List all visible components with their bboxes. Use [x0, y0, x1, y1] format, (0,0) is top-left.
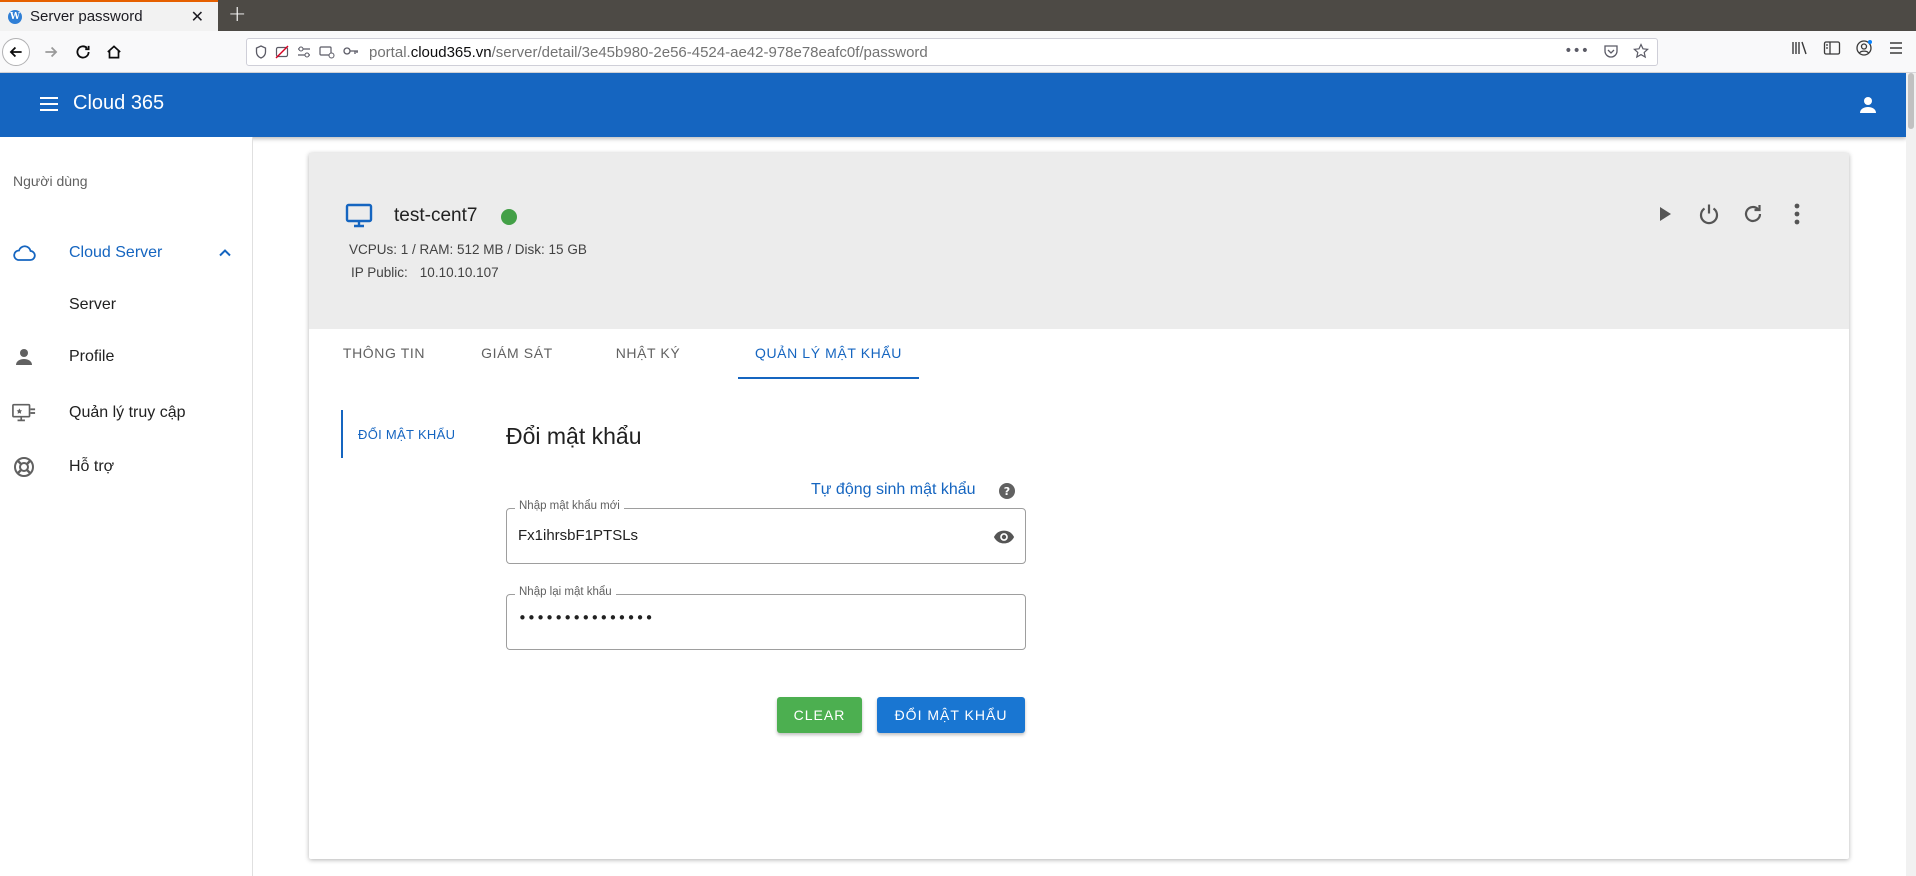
new-tab-button[interactable]: +	[228, 2, 246, 27]
subnav-change-password[interactable]: ĐỔI MẬT KHẨU	[341, 410, 471, 458]
confirm-password-label: Nhập lại mật khẩu	[515, 586, 616, 598]
browser-tab-strip: W Server password ✕ +	[0, 0, 1916, 31]
reload-icon	[76, 45, 90, 59]
bookmark-star-icon[interactable]	[1633, 43, 1649, 59]
refresh-icon	[1744, 205, 1762, 223]
server-tabs: THÔNG TIN GIÁM SÁT NHẬT KÝ QUẢN LÝ MẬT K…	[309, 329, 1849, 379]
browser-toolbar-right	[1790, 38, 1916, 58]
shield-icon[interactable]	[255, 45, 267, 59]
sidebar-item-server[interactable]: Server	[0, 285, 252, 325]
change-password-button[interactable]: ĐỔI MẬT KHẨU	[877, 697, 1025, 733]
play-icon	[1660, 207, 1671, 221]
server-header: test-cent7 VCPUs: 1 / RAM: 512 MB / Disk…	[309, 153, 1849, 329]
new-password-label: Nhập mật khẩu mới	[515, 500, 624, 512]
help-icon[interactable]: ?	[999, 483, 1015, 499]
url-text[interactable]: portal.cloud365.vn/server/detail/3e45b98…	[369, 44, 928, 61]
access-monitor-icon	[12, 401, 36, 425]
sidebar-item-label: Profile	[69, 348, 115, 365]
ip-value: 10.10.10.107	[419, 265, 499, 280]
arrow-left-icon	[9, 46, 22, 58]
home-icon	[107, 45, 121, 59]
home-button[interactable]	[99, 38, 129, 66]
site-favicon-icon: W	[8, 9, 22, 24]
browser-navbar: portal.cloud365.vn/server/detail/3e45b98…	[0, 31, 1916, 73]
app-title[interactable]: Cloud 365	[73, 92, 164, 115]
new-password-value[interactable]: Fx1ihrsbF1PTSLs	[518, 527, 638, 544]
page-scrollbar[interactable]	[1906, 73, 1916, 876]
more-vert-icon	[1794, 203, 1800, 225]
start-button[interactable]	[1651, 200, 1679, 228]
pocket-icon[interactable]	[1603, 43, 1619, 59]
key-icon[interactable]	[343, 45, 359, 57]
server-detail-card: test-cent7 VCPUs: 1 / RAM: 512 MB / Disk…	[309, 153, 1849, 859]
url-security-icons	[255, 45, 359, 59]
sidebar: Người dùng Cloud Server Server Profile Q…	[0, 137, 253, 876]
arrow-right-icon	[45, 46, 58, 58]
url-actions: •••	[1564, 43, 1649, 59]
user-account-icon[interactable]	[1858, 95, 1878, 115]
server-actions	[1651, 200, 1811, 228]
url-bar[interactable]: portal.cloud365.vn/server/detail/3e45b98…	[246, 38, 1658, 66]
close-tab-icon[interactable]: ✕	[191, 7, 204, 26]
account-icon[interactable]	[1854, 38, 1874, 58]
monitor-icon	[345, 203, 373, 228]
permissions-icon[interactable]	[297, 45, 311, 59]
sidebar-item-label: Quản lý truy cập	[69, 404, 186, 421]
tracking-blocked-icon[interactable]	[275, 45, 289, 59]
person-icon	[12, 345, 36, 369]
new-password-field[interactable]: Nhập mật khẩu mới Fx1ihrsbF1PTSLs	[506, 500, 1026, 564]
server-specs: VCPUs: 1 / RAM: 512 MB / Disk: 15 GB	[349, 242, 587, 257]
app-bar: Cloud 365	[0, 73, 1906, 137]
restart-button[interactable]	[1739, 200, 1767, 228]
sidebar-item-access-management[interactable]: Quản lý truy cập	[0, 393, 252, 433]
sidebar-section-header: Người dùng	[13, 173, 88, 189]
confirm-password-field[interactable]: Nhập lại mật khẩu •••••••••••••••	[506, 586, 1026, 650]
lifebuoy-icon	[12, 455, 36, 479]
scrollbar-thumb[interactable]	[1908, 73, 1914, 129]
tab-info[interactable]: THÔNG TIN	[319, 329, 449, 377]
tab-password-management[interactable]: QUẢN LÝ MẬT KHẨU	[738, 329, 919, 379]
server-ip: IP Public: 10.10.10.107	[351, 265, 499, 280]
cloud-icon	[12, 241, 36, 265]
server-name: test-cent7	[394, 205, 478, 226]
eye-icon[interactable]	[993, 526, 1015, 548]
sidebar-item-label: Cloud Server	[69, 244, 163, 261]
clear-button[interactable]: CLEAR	[777, 697, 862, 733]
library-icon[interactable]	[1790, 38, 1810, 58]
app-menu-icon[interactable]	[1886, 38, 1906, 58]
tab-monitoring[interactable]: GIÁM SÁT	[462, 329, 572, 377]
sidebar-toggle-icon[interactable]	[1822, 38, 1842, 58]
sidebar-item-profile[interactable]: Profile	[0, 337, 252, 377]
confirm-password-value[interactable]: •••••••••••••••	[518, 609, 654, 627]
more-options-button[interactable]	[1783, 200, 1811, 228]
reload-button[interactable]	[68, 38, 98, 66]
sidebar-item-support[interactable]: Hỗ trợ	[0, 447, 252, 487]
screen-share-icon[interactable]	[319, 45, 335, 59]
sidebar-item-label: Hỗ trợ	[69, 458, 115, 475]
hamburger-menu-icon[interactable]	[40, 97, 58, 111]
power-icon	[1699, 204, 1719, 225]
power-button[interactable]	[1695, 200, 1723, 228]
auto-generate-password-link[interactable]: Tự động sinh mật khẩu	[811, 481, 976, 499]
page-actions-icon[interactable]: •••	[1564, 43, 1589, 59]
chevron-up-icon[interactable]	[216, 244, 234, 262]
forward-button[interactable]	[36, 38, 66, 66]
sidebar-item-label: Server	[69, 296, 117, 313]
tab-logs[interactable]: NHẬT KÝ	[593, 329, 703, 377]
sidebar-item-cloud-server[interactable]: Cloud Server	[0, 233, 252, 273]
ip-label: IP Public:	[351, 265, 408, 280]
section-title: Đổi mật khẩu	[506, 423, 642, 449]
status-indicator	[501, 209, 517, 225]
browser-tab-title: Server password	[30, 8, 143, 25]
browser-tab[interactable]: W Server password ✕	[0, 0, 218, 31]
back-button[interactable]	[2, 38, 30, 66]
